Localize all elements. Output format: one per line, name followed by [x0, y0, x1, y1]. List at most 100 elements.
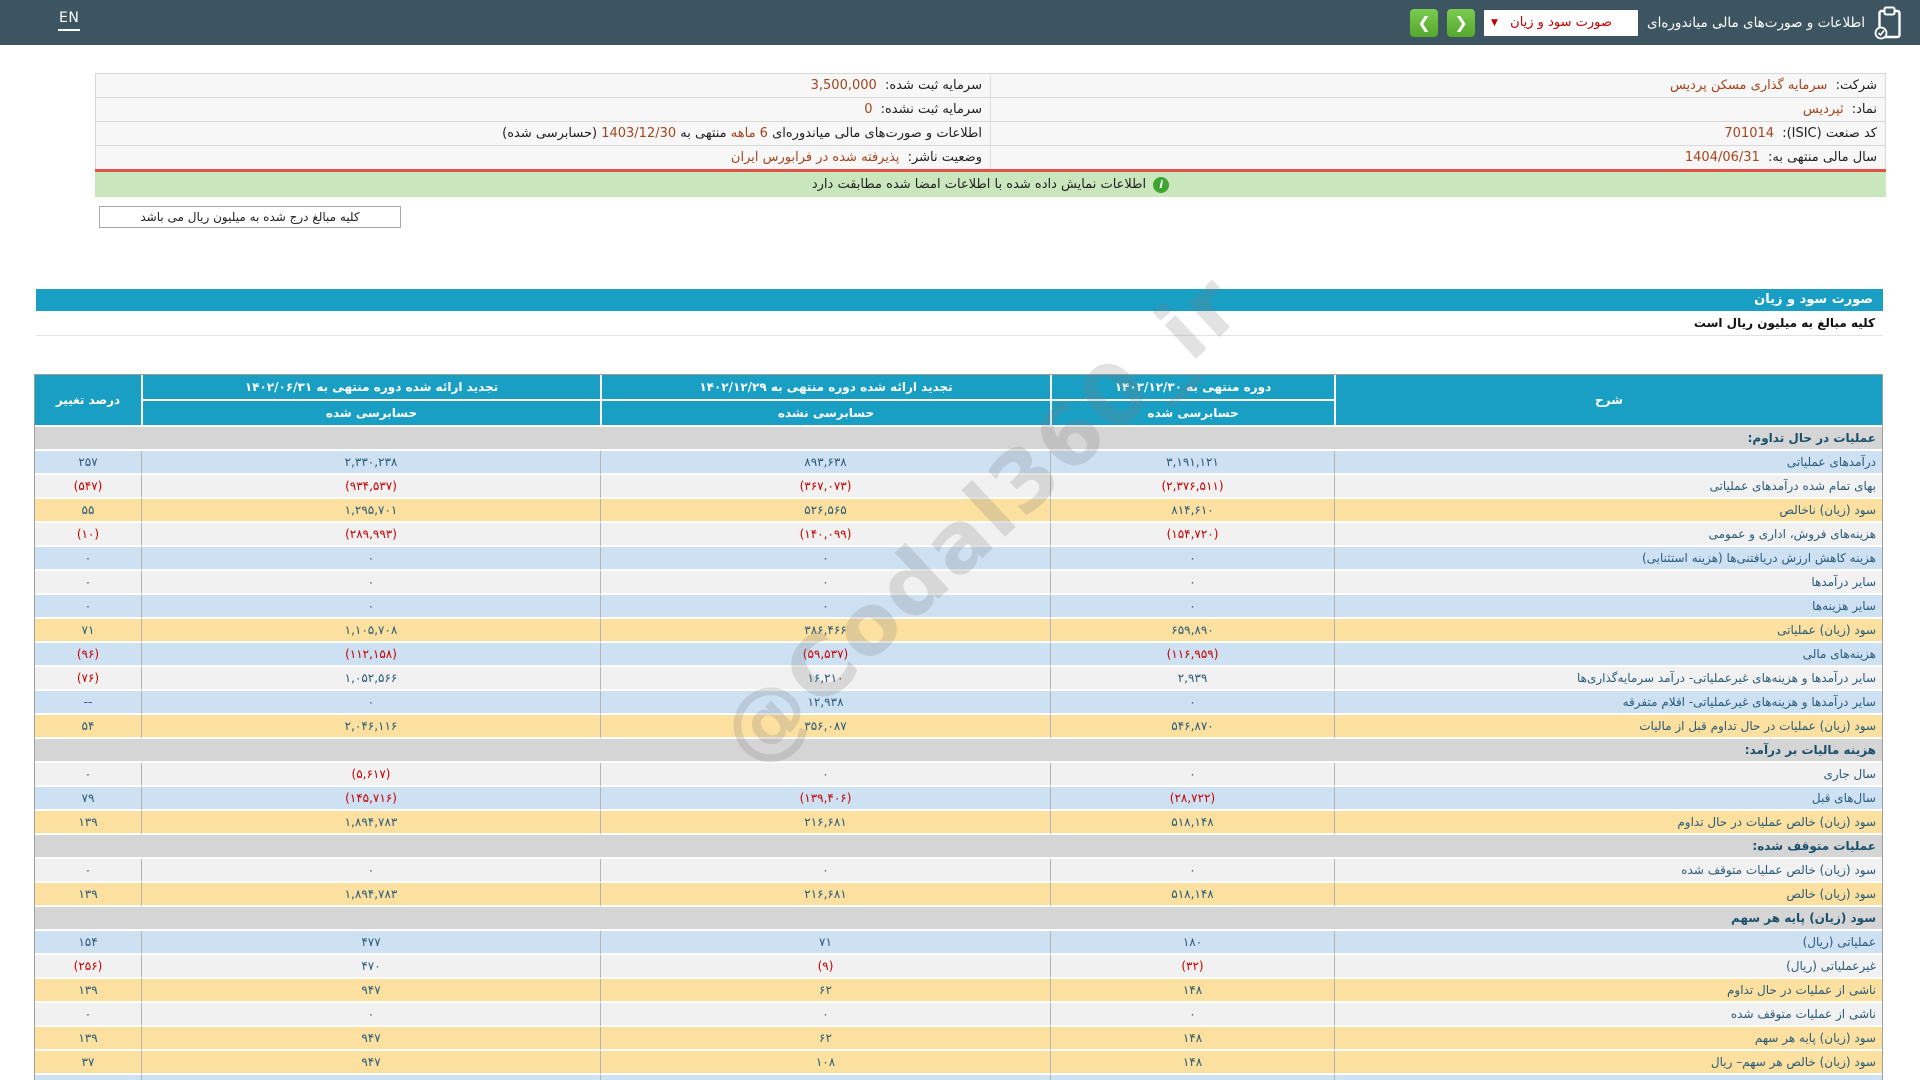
value-cell-period-current: ۵۴۶,۸۷۰: [1050, 715, 1334, 739]
percent-change-cell: ۲۵۷: [35, 451, 141, 475]
fiscal-year-value: 1404/06/31: [1684, 150, 1760, 165]
value-cell-period-restated-2: ۳,۵۰۰,۰۰۰: [141, 1075, 600, 1080]
header-audit-status-restated-1: حسابرسی نشده: [600, 401, 1050, 427]
percent-change-cell: ۱۳۹: [35, 1027, 141, 1051]
row-label-cell: ناشی از عملیات متوقف شده: [1334, 1003, 1882, 1027]
previous-report-button[interactable]: ❮: [1410, 8, 1439, 37]
table-row: سود (زیان) عملیات در حال تداوم قبل از ما…: [35, 715, 1882, 739]
period-text-1: اطلاعات و صورت‌های مالی میاندوره‌ای: [767, 126, 982, 141]
table-row: سود (زیان) عملیاتی ۶۵۹,۸۹۰ ۳۸۶,۴۶۶ ۱,۱۰۵…: [35, 619, 1882, 643]
period-description-cell: اطلاعات و صورت‌های مالی میاندوره‌ای 6 ما…: [96, 122, 990, 145]
period-audit-note: (حسابرسی شده): [502, 126, 598, 141]
percent-change-cell: ۰: [35, 859, 141, 883]
company-name-cell: شرکت: سرمایه گذاری مسکن پردیس: [990, 74, 1885, 97]
value-cell-period-current: ۲,۹۳۹: [1050, 667, 1334, 691]
table-row: ناشی از عملیات در حال تداوم ۱۴۸ ۶۲ ۹۴۷ ۱…: [35, 979, 1882, 1003]
value-cell-period-restated-1: ۶۲: [600, 979, 1050, 1003]
top-navigation-bar: EN ❮ ❯ ▼ صورت سود و زیان اطلاعات و صورت‌…: [0, 0, 1920, 45]
value-cell-period-restated-2: (۱۱۲,۱۵۸): [141, 643, 600, 667]
value-cell-period-restated-1: ۲۱۶,۶۸۱: [600, 811, 1050, 835]
value-cell-period-restated-2: ۰: [141, 691, 600, 715]
company-info-panel: شرکت: سرمایه گذاری مسکن پردیس سرمایه ثبت…: [95, 73, 1886, 170]
percent-change-cell: ۱۳۹: [35, 883, 141, 907]
value-cell-period-restated-1: ۵۲۶,۵۶۵: [600, 499, 1050, 523]
row-label-cell: سایر درآمدها: [1334, 571, 1882, 595]
table-row: سود (زیان) خالص ۵۱۸,۱۴۸ ۲۱۶,۶۸۱ ۱,۸۹۴,۷۸…: [35, 883, 1882, 907]
row-label-cell: سود (زیان) ناخالص: [1334, 499, 1882, 523]
row-label-cell: هزینه‌های فروش، اداری و عمومی: [1334, 523, 1882, 547]
table-row: سال جاری ۰ ۰ (۵,۶۱۷) ۰: [35, 763, 1882, 787]
percent-change-cell: ۷۹: [35, 787, 141, 811]
row-label-cell: بهای تمام شده درآمدهای عملیاتی: [1334, 475, 1882, 499]
value-cell-period-restated-2: ۴۷۷: [141, 931, 600, 955]
value-cell-period-restated-1: ۰: [600, 1003, 1050, 1027]
table-row: سود (زیان) پایه هر سهم: [35, 907, 1882, 931]
value-cell-period-restated-1: ۱۰۸: [600, 1051, 1050, 1075]
value-cell-period-restated-2: ۹۴۷: [141, 979, 600, 1003]
value-cell-period-current: (۱۱۶,۹۵۹): [1050, 643, 1334, 667]
info-row-fiscal: سال مالی منتهی به: 1404/06/31 وضعیت ناشر…: [95, 146, 1886, 170]
table-row: عملیات متوقف شده:: [35, 835, 1882, 859]
value-cell-period-restated-2: (۱۴۵,۷۱۶): [141, 787, 600, 811]
table-row: سایر درآمدها و هزینه‌های غیرعملیاتی- اقل…: [35, 691, 1882, 715]
percent-change-cell: ۳۷: [35, 1051, 141, 1075]
value-cell-period-current: ۱۴۸: [1050, 1027, 1334, 1051]
row-label-cell: هزینه مالیات بر درآمد:: [35, 739, 1882, 763]
value-cell-period-current: ۰: [1050, 571, 1334, 595]
value-cell-period-restated-2: (۵,۶۱۷): [141, 763, 600, 787]
value-cell-period-current: ۸۱۴,۶۱۰: [1050, 499, 1334, 523]
row-label-cell: سود (زیان) خالص: [1334, 883, 1882, 907]
report-type-dropdown[interactable]: ▼ صورت سود و زیان: [1484, 9, 1639, 36]
value-cell-period-restated-1: ۰: [600, 595, 1050, 619]
value-cell-period-restated-2: ۰: [141, 571, 600, 595]
statement-units-note: کلیه مبالغ به میلیون ریال است: [36, 311, 1883, 336]
info-icon: i: [1153, 176, 1170, 193]
percent-change-cell: (۱۰): [35, 523, 141, 547]
table-row: هزینه کاهش ارزش دریافتنی‌ها (هزینه استثن…: [35, 547, 1882, 571]
value-cell-period-restated-1: ۷۱: [600, 931, 1050, 955]
header-percent-change: درصد تغییر: [35, 375, 141, 427]
row-label-cell: هزینه کاهش ارزش دریافتنی‌ها (هزینه استثن…: [1334, 547, 1882, 571]
value-cell-period-restated-2: ۱,۱۰۵,۷۰۸: [141, 619, 600, 643]
table-row: ناشی از عملیات متوقف شده ۰ ۰ ۰ ۰: [35, 1003, 1882, 1027]
table-row: سایر درآمدها و هزینه‌های غیرعملیاتی- درآ…: [35, 667, 1882, 691]
issuer-status-cell: وضعیت ناشر: پذیرفته شده در فرابورس ایران: [96, 146, 990, 169]
value-cell-period-current: ۵۱۸,۱۴۸: [1050, 811, 1334, 835]
value-cell-period-current: ۰: [1050, 595, 1334, 619]
table-row: سرمایه ۳,۵۰۰,۰۰۰ ۳,۵۰۰,۰۰۰ ۳,۵۰۰,۰۰۰ --: [35, 1075, 1882, 1080]
value-cell-period-restated-1: (۳۶۷,۰۷۳): [600, 475, 1050, 499]
table-row: هزینه‌های مالی (۱۱۶,۹۵۹) (۵۹,۵۳۷) (۱۱۲,۱…: [35, 643, 1882, 667]
value-cell-period-current: ۰: [1050, 763, 1334, 787]
value-cell-period-restated-1: (۵۹,۵۳۷): [600, 643, 1050, 667]
unregistered-capital-label: سرمایه ثبت نشده:: [880, 102, 982, 117]
period-months-value: 6 ماهه: [730, 126, 768, 141]
next-report-button[interactable]: ❯: [1447, 8, 1476, 37]
value-cell-period-restated-1: (۹): [600, 955, 1050, 979]
value-cell-period-current: ۰: [1050, 547, 1334, 571]
row-label-cell: سال جاری: [1334, 763, 1882, 787]
value-cell-period-current: (۳۲): [1050, 955, 1334, 979]
registered-capital-label: سرمایه ثبت شده:: [884, 78, 982, 93]
value-cell-period-restated-1: ۰: [600, 571, 1050, 595]
registered-capital-value: 3,500,000: [810, 78, 877, 93]
value-cell-period-restated-2: ۴۷۰: [141, 955, 600, 979]
statement-title-bar: صورت سود و زیان: [36, 289, 1883, 311]
row-label-cell: غیرعملیاتی (ریال): [1334, 955, 1882, 979]
percent-change-cell: ۰: [35, 1003, 141, 1027]
value-cell-period-restated-2: ۲,۳۳۰,۲۳۸: [141, 451, 600, 475]
percent-change-cell: (۷۶): [35, 667, 141, 691]
signature-match-banner: i اطلاعات نمایش داده شده با اطلاعات امضا…: [95, 172, 1886, 197]
language-toggle-en[interactable]: EN: [58, 10, 81, 31]
value-cell-period-restated-2: ۱,۸۹۴,۷۸۳: [141, 811, 600, 835]
value-cell-period-restated-1: ۰: [600, 547, 1050, 571]
value-cell-period-current: ۶۵۹,۸۹۰: [1050, 619, 1334, 643]
value-cell-period-restated-2: ۰: [141, 547, 600, 571]
table-row: سایر هزینه‌ها ۰ ۰ ۰ ۰: [35, 595, 1882, 619]
percent-change-cell: ۵۴: [35, 715, 141, 739]
value-cell-period-restated-1: (۱۳۹,۴۰۶): [600, 787, 1050, 811]
header-period-restated-1: تجدید ارائه شده دوره منتهی به ۱۴۰۲/۱۲/۲۹: [600, 375, 1050, 401]
table-row: سود (زیان) خالص عملیات متوقف شده ۰ ۰ ۰ ۰: [35, 859, 1882, 883]
percent-change-cell: ۱۳۹: [35, 979, 141, 1003]
units-note-tab[interactable]: کلیه مبالغ درج شده به میلیون ریال می باش…: [99, 206, 401, 228]
fiscal-year-label: سال مالی منتهی به:: [1767, 150, 1877, 165]
